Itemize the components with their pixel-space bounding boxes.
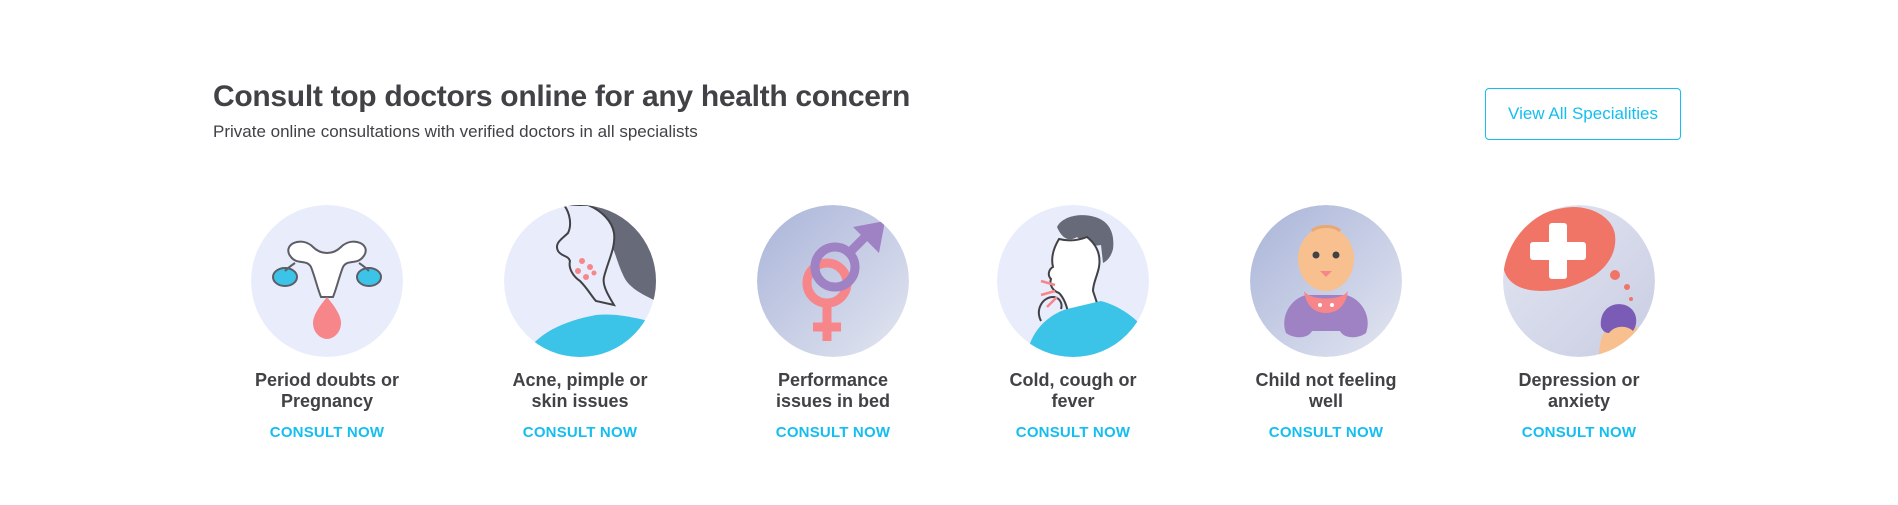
gender-symbols-icon — [757, 205, 909, 357]
speciality-card-period-pregnancy[interactable]: Period doubts or Pregnancy CONSULT NOW — [227, 205, 427, 441]
speciality-card-child[interactable]: Child not feeling well CONSULT NOW — [1226, 205, 1426, 441]
speciality-card-cold-cough[interactable]: Cold, cough or fever CONSULT NOW — [973, 205, 1173, 441]
speciality-label: Cold, cough or fever — [1009, 370, 1137, 411]
view-all-specialities-button[interactable]: View All Specialities — [1485, 88, 1681, 140]
mental-health-icon — [1503, 205, 1655, 357]
speciality-card-acne-skin[interactable]: Acne, pimple or skin issues CONSULT NOW — [480, 205, 680, 441]
consult-now-link[interactable]: CONSULT NOW — [733, 424, 933, 441]
section-header: Consult top doctors online for any healt… — [213, 80, 910, 142]
acne-face-icon — [504, 205, 656, 357]
consult-now-link[interactable]: CONSULT NOW — [480, 424, 680, 441]
speciality-card-depression[interactable]: Depression or anxiety CONSULT NOW — [1479, 205, 1679, 441]
consult-now-link[interactable]: CONSULT NOW — [1226, 424, 1426, 441]
speciality-card-performance[interactable]: Performance issues in bed CONSULT NOW — [733, 205, 933, 441]
section-title: Consult top doctors online for any healt… — [213, 80, 911, 113]
consult-now-link[interactable]: CONSULT NOW — [973, 424, 1173, 441]
baby-icon — [1250, 205, 1402, 357]
speciality-label: Acne, pimple or skin issues — [512, 370, 648, 411]
speciality-label: Child not feeling well — [1255, 370, 1397, 411]
coughing-person-icon — [997, 205, 1149, 357]
speciality-label: Period doubts or Pregnancy — [255, 370, 399, 411]
section-subtitle: Private online consultations with verifi… — [213, 122, 698, 141]
consult-now-link[interactable]: CONSULT NOW — [227, 424, 427, 441]
consult-now-link[interactable]: CONSULT NOW — [1479, 424, 1679, 441]
speciality-label: Performance issues in bed — [775, 370, 891, 411]
speciality-label: Depression or anxiety — [1518, 370, 1640, 411]
uterus-icon — [251, 205, 403, 357]
